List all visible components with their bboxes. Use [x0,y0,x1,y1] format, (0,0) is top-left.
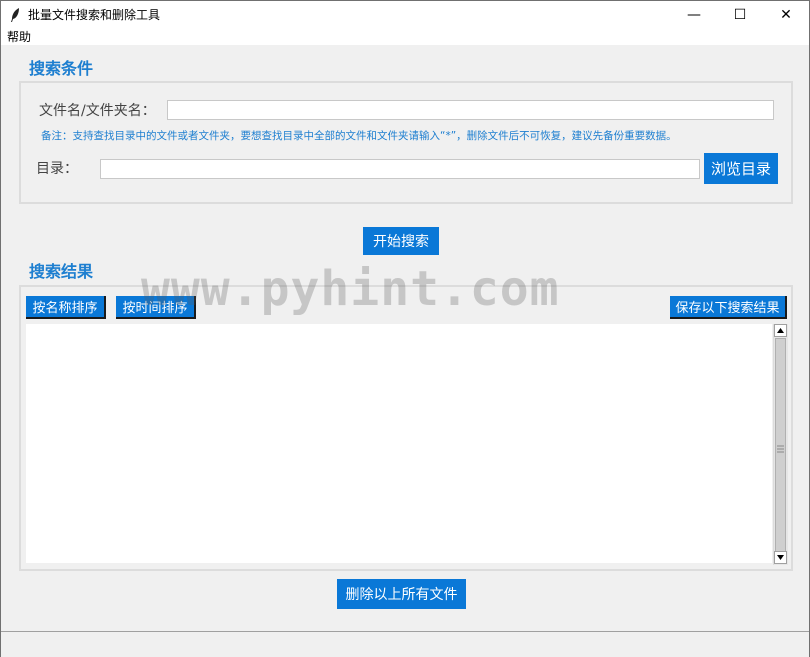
scroll-up-button[interactable] [774,324,787,337]
menu-item-help[interactable]: 帮助 [7,30,31,44]
minimize-button[interactable]: — [671,1,717,29]
scrollbar-thumb[interactable] [775,338,786,561]
directory-label: 目录： [36,161,78,177]
sort-by-name-button[interactable]: 按名称排序 [26,296,106,319]
search-note: 备注：支持查找目录中的文件或者文件夹，要想查找目录中全部的文件和文件夹请输入“*… [41,130,677,142]
sort-by-time-button[interactable]: 按时间排序 [116,296,196,319]
chevron-up-icon [777,328,784,333]
grip-icon [777,445,784,453]
browse-directory-button[interactable]: 浏览目录 [704,153,778,184]
window-title: 批量文件搜索和删除工具 [28,8,161,22]
save-results-button[interactable]: 保存以下搜索结果 [670,296,787,319]
search-conditions-title: 搜索条件 [29,59,94,78]
feather-icon [11,8,19,22]
app-window: 批量文件搜索和删除工具 — ☐ ✕ 帮助 搜索条件 文件名/文件夹名： 备注：支… [0,0,810,657]
main-content: 搜索条件 文件名/文件夹名： 备注：支持查找目录中的文件或者文件夹，要想查找目录… [1,45,809,633]
results-list[interactable] [26,324,772,563]
filename-label: 文件名/文件夹名： [39,103,156,119]
search-results-title: 搜索结果 [29,262,94,281]
chevron-down-icon [777,555,784,560]
maximize-icon: ☐ [733,7,747,23]
close-icon: ✕ [780,7,792,23]
title-bar: 批量文件搜索和删除工具 — ☐ ✕ [1,1,809,29]
close-button[interactable]: ✕ [763,1,809,29]
status-bar [1,631,809,657]
maximize-button[interactable]: ☐ [717,1,763,29]
start-search-button[interactable]: 开始搜索 [363,227,439,255]
delete-all-button[interactable]: 删除以上所有文件 [337,579,466,609]
minimize-icon: — [687,7,701,23]
scroll-down-button[interactable] [774,551,787,564]
directory-input[interactable] [100,159,700,179]
results-scrollbar[interactable] [773,324,788,565]
menu-bar: 帮助 [1,29,809,45]
filename-input[interactable] [167,100,774,120]
